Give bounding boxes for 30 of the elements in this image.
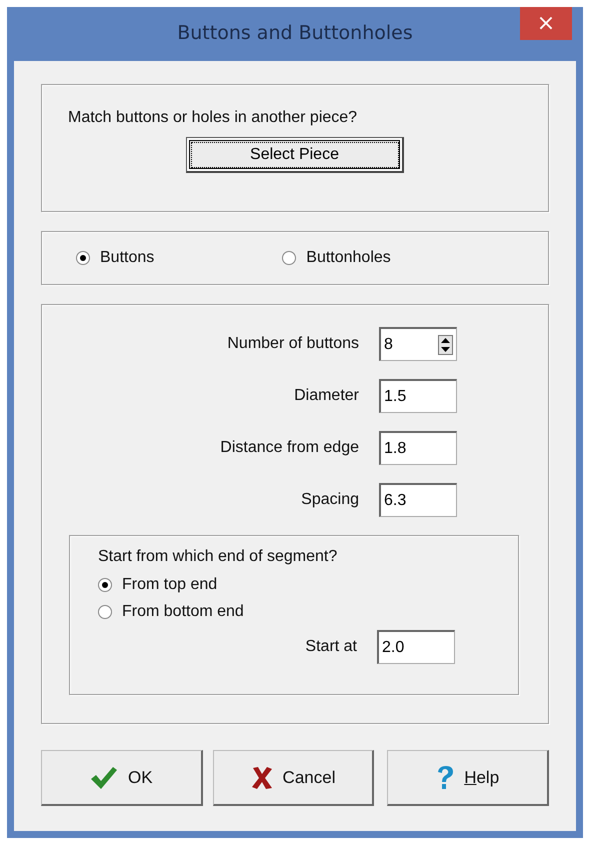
input-field[interactable]: 6.3 [379, 483, 457, 517]
input-field[interactable]: 1.8 [379, 431, 457, 465]
radio-option[interactable]: Buttonholes [282, 249, 391, 267]
radio-icon[interactable] [76, 251, 90, 265]
prompt-text: Match buttons or holes in another piece? [68, 109, 358, 127]
radio-icon[interactable] [98, 578, 112, 592]
field-label: Spacing [301, 491, 359, 509]
radio-option[interactable]: From top end [98, 576, 518, 594]
radio-icon[interactable] [282, 251, 296, 265]
radio-option[interactable]: From bottom end [98, 603, 518, 621]
field-label: Diameter [294, 387, 359, 405]
spinner-arrows-icon[interactable] [438, 334, 453, 354]
radio-icon[interactable] [98, 605, 112, 619]
field-label: Start at [305, 638, 357, 656]
cancel-button[interactable]: Cancel [212, 750, 374, 806]
field-label: Distance from edge [220, 439, 359, 457]
input-field[interactable]: 2.0 [377, 630, 455, 664]
help-button[interactable]: Help [387, 750, 550, 806]
cross-icon [250, 766, 273, 790]
spinner-field[interactable]: 8 [379, 327, 457, 361]
select-piece-button[interactable]: Select Piece [186, 137, 404, 173]
close-button[interactable]: × [520, 7, 572, 40]
field-label: Number of buttons [227, 335, 359, 353]
window-title: Buttons and Buttonholes [177, 22, 413, 44]
checkmark-icon [90, 766, 118, 790]
question-text: Start from which end of segment? [98, 548, 338, 566]
ok-button[interactable]: OK [41, 750, 203, 806]
question-mark-icon [436, 764, 454, 790]
radio-option[interactable]: Buttons [76, 249, 154, 267]
input-field[interactable]: 1.5 [379, 379, 457, 413]
